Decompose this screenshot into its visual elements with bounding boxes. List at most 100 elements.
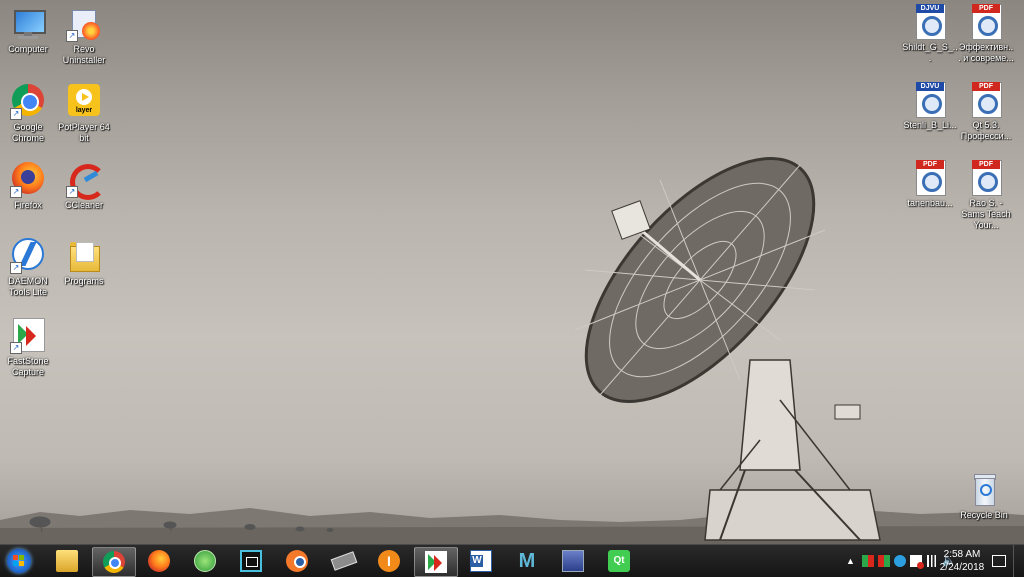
desktop-icon-google-chrome[interactable]: ↗ Google Chrome	[0, 84, 56, 144]
info-icon: I	[378, 550, 400, 572]
folder-icon	[66, 238, 102, 274]
revo-uninstaller-icon: ↗	[66, 6, 102, 42]
system-tray: ▲ 🔈 2:58 AM 2/24/2018	[834, 545, 1024, 577]
desktop-icon-label: PotPlayer 64 bit	[58, 122, 110, 143]
desktop-file-pdf[interactable]: PDF Эффективн... и совреме...	[958, 4, 1014, 64]
desktop-icon-potplayer[interactable]: layer PotPlayer 64 bit	[56, 84, 112, 144]
shortcut-arrow-icon: ↗	[66, 186, 78, 198]
file-type-tag: PDF	[972, 82, 1000, 91]
action-center-icon[interactable]	[910, 555, 924, 569]
desktop-icon-label: Stenli_B_Li...	[903, 120, 957, 130]
desktop-icon-label: CCleaner	[64, 200, 104, 210]
desktop-icon-label: Google Chrome	[11, 122, 44, 143]
desktop-icon-daemon-tools[interactable]: ↗ DAEMON Tools Lite	[0, 238, 56, 298]
desktop-icon-label: Revo Uninstaller	[62, 44, 106, 65]
shortcut-arrow-icon: ↗	[66, 30, 78, 42]
file-type-tag: DJVU	[916, 4, 944, 13]
taskbar-calculator[interactable]	[552, 547, 594, 575]
shortcut-arrow-icon: ↗	[10, 186, 22, 198]
desktop-icon-label: Firefox	[14, 200, 42, 210]
potplayer-badge: layer	[75, 107, 93, 114]
firefox-icon: ↗	[10, 162, 46, 198]
desktop-icon-label: tanenbau...	[907, 198, 953, 208]
taskbar-maya[interactable]: M	[506, 547, 548, 575]
windows-logo-icon	[7, 549, 31, 573]
film-icon	[240, 550, 262, 572]
faststone-capture-icon	[425, 551, 447, 573]
desktop-icon-label: Recycle Bin	[960, 510, 1008, 520]
desktop-icon-label: Programs	[64, 276, 104, 286]
djvu-file-icon: DJVU	[912, 82, 948, 118]
desktop-file-pdf[interactable]: PDF tanenbau...	[902, 160, 958, 209]
notification-icon[interactable]	[992, 555, 1006, 567]
chip-icon	[330, 551, 358, 571]
desktop-icon-programs[interactable]: Programs	[56, 238, 112, 287]
desktop-icon-firefox[interactable]: ↗ Firefox	[0, 162, 56, 211]
chrome-icon	[103, 551, 125, 573]
clock-time: 2:58 AM	[943, 549, 981, 560]
djvu-file-icon: DJVU	[912, 4, 948, 40]
desktop-icon-label: Qt 5.3. Професси...	[960, 120, 1012, 141]
word-icon: W	[470, 550, 492, 572]
taskbar: I W M Qt ▲ 🔈 2:58 AM 2/24/2018	[0, 544, 1024, 577]
skype-icon[interactable]	[894, 555, 906, 567]
taskbar-info-tool[interactable]: I	[368, 547, 410, 575]
taskbar-blender[interactable]	[276, 547, 318, 575]
desktop-icon-recycle-bin[interactable]: Recycle Bin	[956, 472, 1012, 521]
calculator-icon	[562, 550, 584, 572]
desktop-icon-ccleaner[interactable]: ↗ CCleaner	[56, 162, 112, 211]
firefox-icon	[148, 550, 170, 572]
desktop-icon-faststone-capture[interactable]: ↗ FastStone Capture	[0, 318, 56, 378]
desktop-icon-label: Computer	[8, 44, 48, 54]
desktop-icon-label: DAEMON Tools Lite	[8, 276, 48, 297]
faststone-capture-icon: ↗	[10, 318, 46, 354]
desktop-icon-label: Shildt_G_S_...	[902, 42, 958, 63]
pdf-file-icon: PDF	[968, 160, 1004, 196]
globe-icon	[194, 550, 216, 572]
taskbar-explorer[interactable]	[46, 547, 88, 575]
desktop-file-djvu[interactable]: DJVU Stenli_B_Li...	[902, 82, 958, 131]
taskbar-word[interactable]: W	[460, 547, 502, 575]
faststone-tray-icon[interactable]	[862, 555, 874, 567]
show-desktop-button[interactable]	[1013, 545, 1024, 577]
folder-icon	[56, 550, 78, 572]
desktop-icon-label: Эффективн... и совреме...	[958, 42, 1014, 63]
desktop-file-pdf[interactable]: PDF Qt 5.3. Професси...	[958, 82, 1014, 142]
start-button[interactable]	[4, 546, 34, 576]
desktop-icon-computer[interactable]: Computer	[0, 6, 56, 55]
shortcut-arrow-icon: ↗	[10, 342, 22, 354]
blender-icon	[286, 550, 308, 572]
desktop-file-pdf[interactable]: PDF Rao S. - Sams Teach Your...	[958, 160, 1014, 231]
daemon-tools-icon: ↗	[10, 238, 46, 274]
taskbar-chrome[interactable]	[92, 547, 136, 577]
taskbar-clock[interactable]: 2:58 AM 2/24/2018	[936, 548, 988, 574]
file-type-tag: DJVU	[916, 82, 944, 91]
show-hidden-icons-icon[interactable]: ▲	[846, 555, 858, 567]
desktop-file-djvu[interactable]: DJVU Shildt_G_S_...	[902, 4, 958, 64]
taskbar-chip-tool[interactable]	[322, 547, 364, 575]
faststone-tray-icon-2[interactable]	[878, 555, 890, 567]
chrome-icon: ↗	[10, 84, 46, 120]
file-type-tag: PDF	[916, 160, 944, 169]
taskbar-firefox[interactable]	[138, 547, 180, 575]
desktop: Computer ↗ Revo Uninstaller ↗ Google Chr…	[0, 0, 1024, 544]
computer-icon	[10, 6, 46, 42]
pdf-file-icon: PDF	[968, 82, 1004, 118]
shortcut-arrow-icon: ↗	[10, 108, 22, 120]
pdf-file-icon: PDF	[968, 4, 1004, 40]
recycle-bin-icon	[966, 472, 1002, 508]
file-type-tag: PDF	[972, 4, 1000, 13]
taskbar-faststone[interactable]	[414, 547, 458, 577]
shortcut-arrow-icon: ↗	[10, 262, 22, 274]
desktop-icon-label: FastStone Capture	[7, 356, 49, 377]
wallpaper-radio-telescope	[0, 157, 1024, 544]
desktop-icon-revo-uninstaller[interactable]: ↗ Revo Uninstaller	[56, 6, 112, 66]
taskbar-network-tool[interactable]	[184, 547, 226, 575]
potplayer-icon: layer	[66, 84, 102, 120]
file-type-tag: PDF	[972, 160, 1000, 169]
maya-icon: M	[518, 550, 536, 572]
taskbar-qt-creator[interactable]: Qt	[598, 547, 640, 575]
taskbar-video-editor[interactable]	[230, 547, 272, 575]
qt-icon: Qt	[608, 550, 630, 572]
desktop-icon-label: Rao S. - Sams Teach Your...	[961, 198, 1011, 230]
